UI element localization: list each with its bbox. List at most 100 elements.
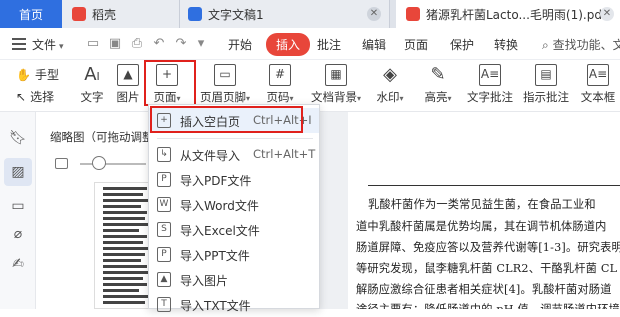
dropdown-item-label: 导入图片 [180, 274, 229, 288]
tab-pdf[interactable]: 猪源乳杆菌Lacto...毛明雨(1).pdf ✕ [396, 0, 620, 28]
open-folder-icon[interactable]: ▭ [86, 37, 100, 51]
hand-icon: ✋ [16, 67, 31, 82]
close-icon[interactable]: ✕ [367, 7, 381, 21]
comment-icon[interactable]: ▭ [8, 196, 28, 216]
dropdown-item-label: 导入Word文件 [180, 199, 259, 213]
textbox-label: 文本框 [580, 90, 616, 104]
tab-home-label: 首页 [18, 7, 43, 22]
chevron-down-icon: ▾ [399, 94, 404, 103]
redo-icon[interactable]: ↷ [174, 37, 188, 51]
pointer-comment-button[interactable]: ▤ 指示批注 [522, 64, 570, 105]
text-button-label: 文字 [80, 90, 104, 104]
save-icon[interactable]: ▣ [108, 37, 122, 51]
text-button[interactable]: AI 文字 [78, 64, 106, 105]
txt-file-icon: T [157, 297, 171, 312]
text-comment-label: 文字批注 [467, 90, 513, 104]
image-button-label: 图片 [116, 90, 140, 104]
document-line: 乳酸杆菌作为一类常见益生菌，在食品工业和 [368, 198, 596, 211]
tab-convert[interactable]: 转换 [494, 36, 518, 53]
bookmark-icon[interactable]: 🔖︎ [8, 128, 28, 148]
highlight-box [144, 60, 196, 106]
page-thumbnail[interactable] [94, 182, 154, 309]
image-file-icon: ▲ [157, 272, 171, 287]
import-pdf-item[interactable]: P 导入PDF文件 [149, 167, 319, 192]
tab-insert[interactable]: 插入 [266, 33, 311, 56]
file-menu-label: 文件 [32, 38, 57, 52]
highlight-button[interactable]: ✎ 高亮▾ [420, 64, 456, 105]
zoom-slider[interactable] [80, 163, 146, 165]
hand-tool[interactable]: ✋ 手型 [16, 66, 59, 83]
tab-pdf-label: 猪源乳杆菌Lacto...毛明雨(1).pdf [426, 7, 607, 22]
header-footer-button[interactable]: ▭ 页眉页脚▾ [198, 64, 252, 105]
search-box[interactable]: ⌕ 查找功能、文 [542, 36, 620, 53]
thumbnail-icon[interactable]: ▨ [4, 158, 32, 186]
dropdown-item-shortcut: Ctrl+Alt+T [253, 147, 316, 161]
text-comment-button[interactable]: A≡ 文字批注 [466, 64, 514, 105]
file-import-icon: ↳ [157, 147, 171, 162]
import-word-item[interactable]: W 导入Word文件 [149, 192, 319, 217]
signature-icon[interactable]: ✍ [8, 254, 28, 274]
search-label: 查找功能、文 [552, 38, 620, 52]
image-button[interactable]: ▲ 图片 [114, 64, 142, 105]
pdf-file-icon: P [157, 172, 171, 187]
menu-icon[interactable] [12, 38, 26, 50]
select-tool[interactable]: ↖ 选择 [16, 88, 54, 105]
import-from-file-item[interactable]: ↳ 从文件导入 Ctrl+Alt+T [149, 142, 319, 167]
page-number-button[interactable]: # 页码▾ [262, 64, 298, 105]
print-icon[interactable]: ⎙ [130, 37, 144, 51]
excel-file-icon: S [157, 222, 171, 237]
dropdown-item-label: 导入TXT文件 [180, 299, 251, 313]
word-doc-icon [188, 7, 202, 21]
tab-edit[interactable]: 编辑 [362, 36, 386, 53]
document-line: 道中乳酸杆菌属是优势均属，其在调节机体肠道内 [356, 220, 607, 233]
page-number-label: 页码 [266, 90, 290, 104]
textbox-icon: A≡ [587, 64, 609, 86]
dropdown-item-label: 导入PPT文件 [180, 249, 250, 263]
import-image-item[interactable]: ▲ 导入图片 [149, 267, 319, 292]
tab-comment[interactable]: 批注 [317, 36, 341, 53]
highlight-icon: ✎ [430, 64, 446, 85]
tab-protect[interactable]: 保护 [450, 36, 474, 53]
document-line: 途径主要有：降低肠道中的 pH 值、调节肠道内环境 [356, 301, 620, 309]
tab-daoke[interactable]: 稻壳 [62, 0, 180, 28]
tab-document[interactable]: 文字文稿1 ✕ [180, 0, 390, 28]
divider [157, 138, 313, 139]
tab-document-label: 文字文稿1 [208, 7, 264, 22]
document-line: 肠道屏障、免疫应答以及营养代谢等[1-3]。研究表明 [356, 241, 620, 254]
attachment-icon[interactable]: ⌀ [8, 224, 28, 244]
doc-background-button[interactable]: ▦ 文档背景▾ [308, 64, 364, 105]
text-icon: AI [84, 64, 100, 85]
watermark-button[interactable]: ◈ 水印▾ [372, 64, 408, 105]
image-icon [55, 158, 68, 169]
chevron-down-icon: ▾ [245, 94, 250, 103]
zoom-slider-handle[interactable] [92, 156, 106, 170]
header-footer-icon: ▭ [214, 64, 236, 86]
textbox-button[interactable]: A≡ 文本框 [578, 64, 618, 105]
dropdown-item-label: 从文件导入 [180, 149, 241, 163]
thumbnail-panel: 缩略图（可拖动调整 [36, 112, 154, 309]
pdf-icon [406, 7, 420, 21]
text-comment-icon: A≡ [479, 64, 501, 86]
close-icon[interactable]: ✕ [600, 7, 614, 21]
import-excel-item[interactable]: S 导入Excel文件 [149, 217, 319, 242]
tab-page[interactable]: 页面 [404, 36, 428, 53]
highlight-label: 高亮 [424, 90, 448, 104]
tab-start[interactable]: 开始 [228, 36, 252, 53]
header-footer-label: 页眉页脚 [199, 90, 246, 104]
tab-bar: 首页 稻壳 文字文稿1 ✕ 猪源乳杆菌Lacto...毛明雨(1).pdf ✕ [0, 0, 620, 28]
hand-tool-label: 手型 [34, 68, 59, 82]
undo-icon[interactable]: ↶ [152, 37, 166, 51]
tab-home[interactable]: 首页 [0, 0, 62, 28]
menu-bar: 文件 ▾ ▭ ▣ ⎙ ↶ ↷ ▾ 开始 插入 批注 编辑 页面 保护 转换 ⌕ 查… [0, 28, 620, 60]
document-line: 解肠应激综合征患者相关症状[4]。乳酸杆菌对肠道 [356, 283, 612, 296]
cursor-icon: ↖ [16, 89, 27, 104]
document-page[interactable]: 乳酸杆菌作为一类常见益生菌，在食品工业和 道中乳酸杆菌属是优势均属，其在调节机体… [348, 112, 620, 309]
word-file-icon: W [157, 197, 171, 212]
import-txt-item[interactable]: T 导入TXT文件 [149, 292, 319, 317]
background-icon: ▦ [325, 64, 347, 86]
import-ppt-item[interactable]: P 导入PPT文件 [149, 242, 319, 267]
document-line: 等研究发现，鼠李糖乳杆菌 CLR2、干酪乳杆菌 CL [356, 262, 618, 275]
file-menu[interactable]: 文件 ▾ [32, 36, 64, 53]
page-number-icon: # [269, 64, 291, 86]
chevron-down-icon[interactable]: ▾ [194, 37, 208, 51]
